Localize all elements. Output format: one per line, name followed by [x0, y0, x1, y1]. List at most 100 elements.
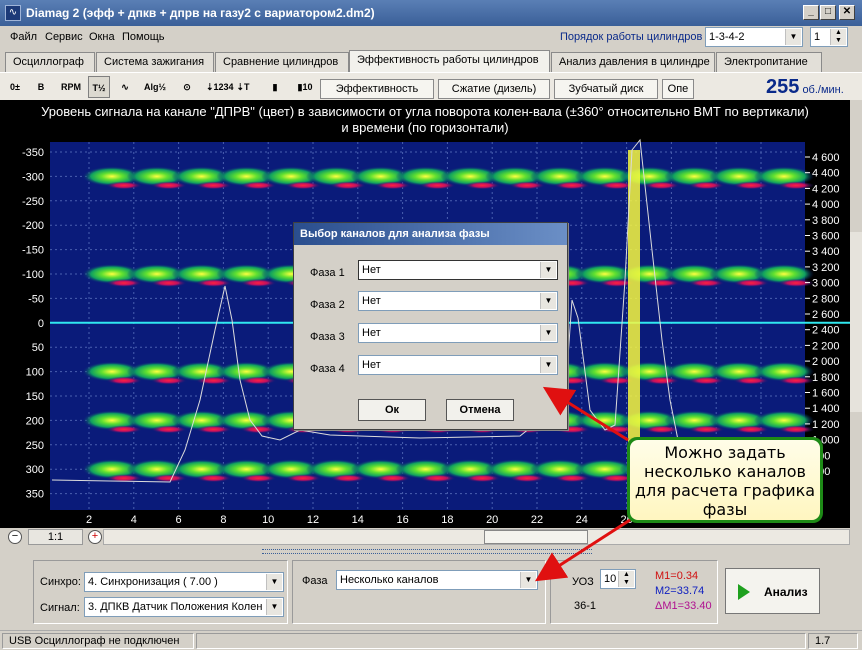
y-tick-label: -250 — [22, 196, 44, 208]
curve-icon[interactable]: ∿ — [114, 76, 136, 98]
maximize-button[interactable]: □ — [820, 5, 836, 20]
x-tick-label: 12 — [307, 514, 319, 526]
bar-10-icon[interactable]: ▮10 — [294, 76, 316, 98]
subtab-compression[interactable]: Сжатие (дизель) — [438, 79, 550, 99]
y2-tick-label: 2 400 — [812, 325, 840, 337]
panel-splitter[interactable] — [262, 549, 592, 554]
vertical-scrollbar[interactable] — [850, 232, 862, 412]
scroll-track[interactable] — [103, 529, 850, 545]
zoom-level: 1:1 — [28, 529, 83, 545]
horizontal-scroll-bar: − 1:1 + — [0, 528, 850, 546]
sync-select[interactable]: 4. Синхронизация ( 7.00 ) ▼ — [84, 572, 284, 592]
uoz-value: 10 — [604, 573, 617, 585]
x-tick-label: 24 — [576, 514, 588, 526]
bar-graph-icon[interactable]: ▮ — [264, 76, 286, 98]
phase-4-label: Фаза 4 — [310, 363, 345, 375]
menu-service[interactable]: Сервис — [45, 31, 83, 43]
menu-help[interactable]: Помощь — [122, 31, 165, 43]
uoz-spinner[interactable]: 10 ▲ ▼ — [600, 569, 636, 589]
heatmap-blob — [778, 425, 814, 434]
phase-3-select[interactable]: Нет ▼ — [358, 323, 558, 343]
y2-tick-label: 4 200 — [812, 183, 840, 195]
bold-b-icon[interactable]: B — [30, 76, 52, 98]
y2-tick-label: 4 600 — [812, 152, 840, 164]
phase-select[interactable]: Несколько каналов ▼ — [336, 570, 538, 590]
rpm-readout: 255 об./мин. — [766, 76, 844, 99]
y2-tick-label: 3 000 — [812, 278, 840, 290]
scroll-thumb[interactable] — [484, 530, 588, 544]
tab-pressure-analysis[interactable]: Анализ давления в цилиндре — [551, 52, 715, 72]
cancel-button[interactable]: Отмена — [446, 399, 514, 421]
sync-value: 4. Синхронизация ( 7.00 ) — [88, 576, 218, 588]
chevron-down-icon: ▼ — [266, 574, 282, 590]
toolbar: 0± B RPM T½ ∿ Alg½ ⊙ ⇣1234 ⇣T ▮ ▮10 Эффективность … — [0, 72, 862, 100]
phase-1-select[interactable]: Нет ▼ — [358, 260, 558, 280]
tab-oscillograph[interactable]: Осциллограф — [5, 52, 95, 72]
arrow-1234-icon[interactable]: ⇣1234 — [206, 76, 234, 98]
spin-arrows-icon: ▲ ▼ — [618, 571, 634, 587]
cylinder-value: 1 — [814, 31, 821, 43]
tab-cylinder-efficiency[interactable]: Эффективность работы цилиндров — [349, 50, 550, 72]
window-title: Diamag 2 (эфф + дпкв + дпрв на газу2 с в… — [26, 6, 375, 20]
menu-file[interactable]: Файл — [10, 31, 37, 43]
main-tabs: Осциллограф Система зажигания Сравнение … — [0, 50, 862, 72]
y-tick-label: -350 — [22, 147, 44, 159]
y2-tick-label: 2 000 — [812, 356, 840, 368]
chevron-down-icon: ▼ — [540, 357, 556, 373]
phase-4-value: Нет — [362, 359, 381, 371]
phase-2-select[interactable]: Нет ▼ — [358, 291, 558, 311]
y2-tick-label: 3 200 — [812, 262, 840, 274]
status-version: 1.7 — [808, 633, 858, 649]
app-icon: ∿ — [5, 5, 21, 21]
rpm-unit: об./мин. — [802, 84, 844, 96]
phase-4-select[interactable]: Нет ▼ — [358, 355, 558, 375]
subtab-efficiency[interactable]: Эффективность — [320, 79, 434, 99]
y2-tick-label: 2 600 — [812, 309, 840, 321]
alg-half-icon[interactable]: Alg½ — [144, 76, 166, 98]
y2-tick-label: 1 200 — [812, 419, 840, 431]
sensor-icon[interactable]: ⊙ — [176, 76, 198, 98]
zoom-out-icon[interactable]: − — [8, 530, 22, 544]
analyze-button[interactable]: Анализ — [725, 568, 820, 614]
zoom-in-icon[interactable]: + — [88, 530, 102, 544]
rpm-icon[interactable]: RPM — [60, 76, 82, 98]
analyze-label: Анализ — [764, 585, 808, 599]
uoz-label: УОЗ — [572, 576, 594, 588]
chevron-down-icon: ▼ — [520, 572, 536, 588]
x-tick-label: 2 — [86, 514, 92, 526]
tab-cylinder-compare[interactable]: Сравнение цилиндров — [215, 52, 349, 72]
marker-m2: M2=33.74 — [655, 585, 705, 597]
ok-button[interactable]: Ок — [358, 399, 426, 421]
x-tick-label: 6 — [176, 514, 182, 526]
cylinder-spinner[interactable]: 1 ▲ ▼ — [810, 27, 848, 47]
y2-tick-label: 2 800 — [812, 293, 840, 305]
play-icon — [738, 584, 750, 600]
phase-1-value: Нет — [362, 264, 381, 276]
phase-2-label: Фаза 2 — [310, 299, 345, 311]
x-tick-label: 10 — [262, 514, 274, 526]
tab-ignition[interactable]: Система зажигания — [96, 52, 214, 72]
tdc-phase-icon[interactable]: T½ — [88, 76, 110, 98]
phase-label: Фаза — [302, 575, 328, 587]
x-tick-label: 14 — [352, 514, 364, 526]
y2-tick-label: 4 400 — [812, 168, 840, 180]
subtab-ope[interactable]: Опе — [662, 79, 694, 99]
marker-delta: ΔM1=33.40 — [655, 600, 712, 612]
close-button[interactable]: ✕ — [839, 5, 855, 20]
0-plus-icon[interactable]: 0± — [4, 76, 26, 98]
y-tick-label: 150 — [26, 391, 44, 403]
arrow-tdc-icon[interactable]: ⇣T — [232, 76, 254, 98]
cylinder-order-select[interactable]: 1-3-4-2 ▼ — [705, 27, 803, 47]
y-tick-label: -200 — [22, 220, 44, 232]
menu-windows[interactable]: Окна — [89, 31, 115, 43]
minimize-button[interactable]: _ — [803, 5, 819, 20]
y-tick-label: -50 — [28, 293, 44, 305]
signal-select[interactable]: 3. ДПКВ Датчик Положения Колен ▼ — [84, 597, 284, 617]
dialog-title: Выбор каналов для анализа фазы — [294, 223, 567, 245]
cylinder-order-label: Порядок работы цилиндров — [560, 31, 703, 43]
subtab-toothed-disk[interactable]: Зубчатый диск — [554, 79, 658, 99]
tab-power-supply[interactable]: Электропитание — [716, 52, 822, 72]
y2-tick-label: 3 600 — [812, 231, 840, 243]
y-tick-label: -150 — [22, 245, 44, 257]
callout-text: Можно задать несколько каналов для расче… — [630, 440, 820, 520]
